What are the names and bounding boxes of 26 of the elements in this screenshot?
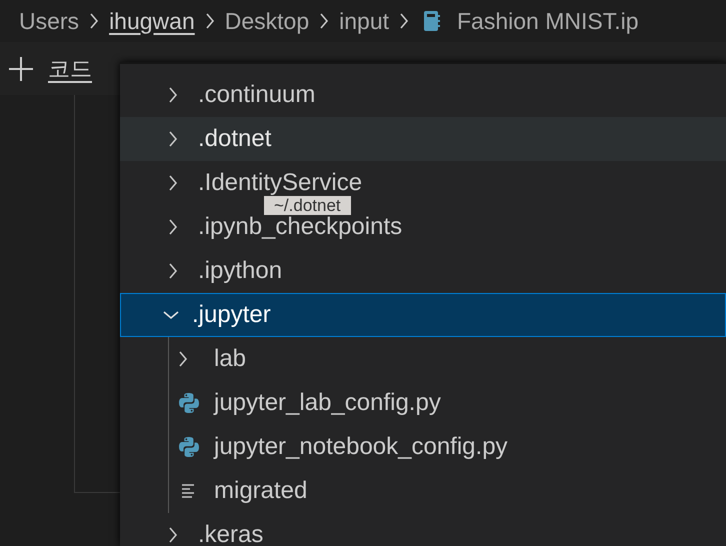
breadcrumb-item[interactable]: Desktop [224, 8, 310, 34]
breadcrumb-item[interactable]: ihugwan [109, 8, 195, 34]
breadcrumb-item[interactable]: input [339, 8, 389, 34]
tree-item[interactable]: .dotnet [120, 117, 726, 161]
tree-item[interactable]: migrated [214, 477, 308, 505]
tooltip: ~/.dotnet [264, 196, 351, 215]
breadcrumb-item[interactable]: Users [19, 8, 80, 34]
tree-item[interactable]: .keras [198, 521, 264, 546]
tree-item[interactable]: .ipython [198, 257, 282, 285]
notebook-icon [423, 10, 441, 32]
chevron-right-icon [399, 12, 409, 30]
add-code-button[interactable]: 코드 [8, 54, 92, 84]
tree-item[interactable]: .jupyter [120, 293, 726, 337]
python-icon [178, 392, 200, 414]
tree-item[interactable]: .ipynb_checkpoints [198, 213, 402, 241]
tree-item[interactable]: jupyter_notebook_config.py [214, 433, 508, 461]
tree-item[interactable]: .IdentityService [198, 169, 362, 197]
chevron-right-icon [319, 12, 330, 30]
tree-item[interactable]: lab [214, 345, 246, 373]
tree-item[interactable]: .continuum [198, 81, 316, 109]
tree-item[interactable]: jupyter_lab_config.py [214, 389, 441, 417]
chevron-right-icon [204, 12, 215, 30]
plus-icon [8, 56, 34, 82]
breadcrumb-item[interactable]: Fashion MNIST.ip [457, 8, 639, 34]
chevron-right-icon [89, 12, 100, 30]
python-icon [178, 436, 200, 458]
